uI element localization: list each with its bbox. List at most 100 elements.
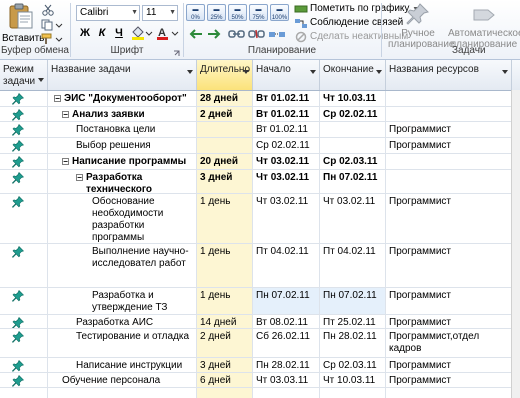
underline-button[interactable]: Ч — [111, 25, 127, 41]
table-row[interactable]: −Разработка технического задания3 днейЧт… — [0, 170, 520, 194]
collapse-toggle-icon[interactable]: − — [54, 95, 61, 103]
task-name-cell[interactable]: Постановка цели — [48, 122, 197, 137]
table-row[interactable]: Выполнение научно-исследовател работ 1 де… — [0, 244, 520, 288]
split-task-icon[interactable] — [268, 27, 285, 41]
outdent-icon[interactable] — [188, 27, 204, 41]
task-start-cell[interactable]: Чт 03.03.11 — [253, 373, 320, 387]
task-mode-cell[interactable] — [0, 154, 48, 169]
task-resources-cell[interactable]: Программист — [386, 288, 512, 314]
column-header-start[interactable]: Начало — [253, 60, 320, 90]
bold-button[interactable]: Ж — [77, 25, 93, 41]
task-resources-cell[interactable] — [386, 154, 512, 169]
task-name-cell[interactable]: Обоснование необходимости разработки про… — [48, 194, 197, 243]
task-name-cell[interactable]: Тестирование и отладка — [48, 329, 197, 357]
table-row[interactable]: Разработка и утверждение ТЗ 1 день Пн 07.0… — [0, 288, 520, 315]
font-name-select[interactable]: Calibri ▼ — [76, 5, 140, 21]
task-mode-cell[interactable] — [0, 329, 48, 357]
task-resources-cell[interactable]: Программист — [386, 122, 512, 137]
task-finish-cell[interactable]: Ср 02.03.11 — [320, 358, 386, 372]
format-painter-icon[interactable] — [41, 33, 63, 45]
percent-100-button[interactable]: ▬ 100% — [270, 4, 289, 21]
table-row[interactable]: − Написание программы 20 дней Чт 03.02.11 Ср… — [0, 154, 520, 170]
task-name-cell[interactable]: Выполнение научно-исследовател работ — [48, 244, 197, 287]
task-finish-cell[interactable]: Пн 07.02.11 — [320, 170, 386, 193]
column-header-duration[interactable]: Длительно — [197, 60, 253, 90]
chevron-down-icon[interactable] — [243, 70, 249, 74]
italic-button[interactable]: К — [94, 25, 110, 41]
task-name-cell[interactable]: Разработка и утверждение ТЗ — [48, 288, 197, 314]
task-name-cell[interactable]: Выбор решения — [48, 138, 197, 153]
task-resources-cell[interactable]: Программист — [386, 315, 512, 328]
collapse-toggle-icon[interactable]: − — [76, 174, 83, 182]
task-finish-cell[interactable]: Ср 02.02.11 — [320, 107, 386, 121]
task-mode-cell[interactable] — [0, 373, 48, 387]
chevron-down-icon[interactable] — [187, 70, 193, 74]
task-finish-cell[interactable] — [320, 388, 386, 398]
task-finish-cell[interactable]: Пн 07.02.11 — [320, 288, 386, 314]
column-header-finish[interactable]: Окончание — [320, 60, 386, 90]
task-finish-cell[interactable]: Чт 03.02.11 — [320, 194, 386, 243]
chevron-down-icon[interactable] — [502, 70, 508, 74]
column-header-resources[interactable]: Названия ресурсов — [386, 60, 512, 90]
table-row[interactable]: Тестирование и отладка 2 дней Сб 26.02.11 П… — [0, 329, 520, 358]
manual-schedule-label[interactable]: Ручное планирование — [388, 28, 454, 50]
task-finish-cell[interactable]: Чт 10.03.11 — [320, 91, 386, 106]
font-color-icon[interactable]: A — [156, 26, 180, 40]
task-duration-cell[interactable]: 2 дней — [197, 329, 253, 357]
column-header-mode[interactable]: Режим задачи — [0, 60, 48, 90]
task-duration-cell[interactable]: 1 день — [197, 244, 253, 287]
task-start-cell[interactable]: Вт 01.02.11 — [253, 107, 320, 121]
table-row[interactable]: Написание инструкции 3 дней Пн 28.02.11 Ср … — [0, 358, 520, 373]
table-row[interactable] — [0, 388, 520, 398]
task-start-cell[interactable]: Пн 28.02.11 — [253, 358, 320, 372]
task-name-cell[interactable]: − ЭИС "Документооборот" — [48, 91, 197, 106]
fill-color-icon[interactable] — [131, 26, 153, 40]
percent-50-button[interactable]: ▬ 50% — [228, 4, 247, 21]
chevron-down-icon[interactable] — [376, 70, 382, 74]
task-resources-cell[interactable] — [386, 388, 512, 398]
font-size-select[interactable]: 11 ▼ — [142, 5, 178, 21]
cut-icon[interactable] — [41, 4, 55, 16]
task-start-cell[interactable]: Пн 07.02.11 — [253, 288, 320, 314]
task-duration-cell[interactable] — [197, 138, 253, 153]
table-row[interactable]: Разработка АИС 14 дней Вт 08.02.11 Пт 25.02… — [0, 315, 520, 329]
column-header-name[interactable]: Название задачи — [48, 60, 197, 90]
task-name-cell[interactable]: Обучение персонала — [48, 373, 197, 387]
paste-button[interactable] — [8, 2, 34, 30]
table-row[interactable]: Постановка цели Вт 01.02.11 Программист — [0, 122, 520, 138]
task-finish-cell[interactable]: Пт 25.02.11 — [320, 315, 386, 328]
task-mode-cell[interactable] — [0, 388, 48, 398]
task-start-cell[interactable]: Чт 03.02.11 — [253, 194, 320, 243]
task-duration-cell[interactable] — [197, 122, 253, 137]
task-name-cell[interactable]: Разработка АИС — [48, 315, 197, 328]
task-resources-cell[interactable]: Программист — [386, 358, 512, 372]
task-duration-cell[interactable]: 2 дней — [197, 107, 253, 121]
task-mode-cell[interactable] — [0, 244, 48, 287]
table-row[interactable]: − ЭИС "Документооборот" 28 дней Вт 01.02.11… — [0, 91, 520, 107]
task-duration-cell[interactable]: 1 день — [197, 194, 253, 243]
task-finish-cell[interactable] — [320, 122, 386, 137]
task-mode-cell[interactable] — [0, 138, 48, 153]
copy-icon[interactable] — [41, 19, 63, 31]
task-resources-cell[interactable]: Программист — [386, 373, 512, 387]
task-duration-cell[interactable]: 3 дней — [197, 358, 253, 372]
task-start-cell[interactable]: Вт 08.02.11 — [253, 315, 320, 328]
task-name-cell[interactable]: −Разработка технического задания — [48, 170, 197, 193]
task-resources-cell[interactable]: Программист — [386, 138, 512, 153]
task-name-cell[interactable] — [48, 388, 197, 398]
task-duration-cell[interactable]: 1 день — [197, 288, 253, 314]
task-name-cell[interactable]: Написание инструкции — [48, 358, 197, 372]
percent-25-button[interactable]: ▬ 25% — [207, 4, 226, 21]
task-start-cell[interactable]: Вт 01.02.11 — [253, 91, 320, 106]
task-mode-cell[interactable] — [0, 315, 48, 328]
task-resources-cell[interactable]: Программист,отдел кадров — [386, 329, 512, 357]
task-finish-cell[interactable]: Пн 28.02.11 — [320, 329, 386, 357]
paste-label[interactable]: Вставить — [2, 33, 44, 44]
task-name-cell[interactable]: − Написание программы — [48, 154, 197, 169]
percent-75-button[interactable]: ▬ 75% — [249, 4, 268, 21]
task-duration-cell[interactable]: 14 дней — [197, 315, 253, 328]
task-duration-cell[interactable]: 28 дней — [197, 91, 253, 106]
table-row[interactable]: Обучение персонала 6 дней Чт 03.03.11 Чт 10… — [0, 373, 520, 388]
task-finish-cell[interactable]: Пт 04.02.11 — [320, 244, 386, 287]
task-mode-cell[interactable] — [0, 194, 48, 243]
